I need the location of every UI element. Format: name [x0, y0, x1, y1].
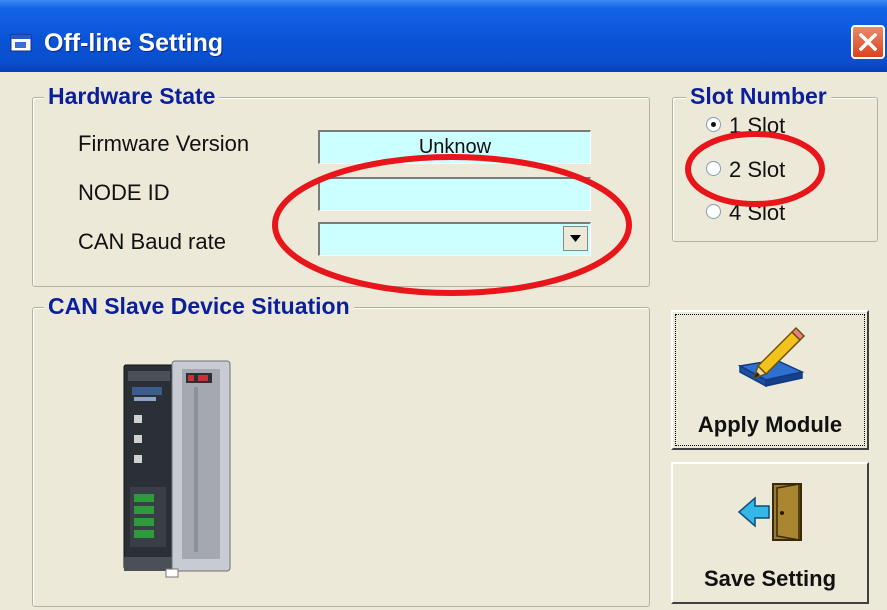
slot-option-label: 2 Slot [729, 157, 786, 182]
slot-option-4[interactable]: 4 Slot [706, 200, 826, 228]
radio-button[interactable] [706, 204, 721, 219]
slot-option-2[interactable]: 2 Slot [706, 157, 826, 185]
offline-setting-dialog: Off-line Setting Hardware State Firmware… [0, 0, 887, 610]
hardware-state-legend: Hardware State [44, 83, 220, 109]
firmware-version-label: Firmware Version [78, 131, 250, 156]
exit-door-icon [737, 483, 802, 541]
save-setting-label: Save Setting [703, 566, 837, 591]
dropdown-button[interactable] [563, 226, 588, 251]
node-id-field[interactable] [318, 177, 591, 211]
pencil-icon [737, 326, 806, 388]
chevron-down-icon [570, 235, 581, 242]
save-setting-button[interactable]: Save Setting [671, 462, 869, 604]
apply-module-button[interactable]: Apply Module [671, 310, 869, 450]
slot-option-label: 4 Slot [729, 200, 786, 225]
can-slave-device-image [123, 360, 231, 578]
window-icon [10, 34, 32, 52]
slave-device-legend: CAN Slave Device Situation [44, 293, 354, 319]
slot-option-label: 1 Slot [729, 113, 786, 138]
radio-button[interactable] [706, 117, 721, 132]
radio-selected-dot [711, 122, 716, 127]
close-button[interactable] [851, 25, 885, 59]
can-baud-rate-select[interactable] [318, 222, 591, 256]
can-baud-rate-label: CAN Baud rate [78, 229, 226, 254]
apply-module-label: Apply Module [697, 412, 843, 437]
window-title: Off-line Setting [44, 29, 224, 57]
node-id-label: NODE ID [78, 180, 170, 205]
close-icon [859, 33, 877, 51]
slot-number-legend: Slot Number [686, 83, 831, 109]
title-bar[interactable]: Off-line Setting [0, 0, 887, 72]
firmware-version-field: Unknow [318, 130, 591, 164]
radio-button[interactable] [706, 161, 721, 176]
slot-option-1[interactable]: 1 Slot [706, 113, 826, 141]
